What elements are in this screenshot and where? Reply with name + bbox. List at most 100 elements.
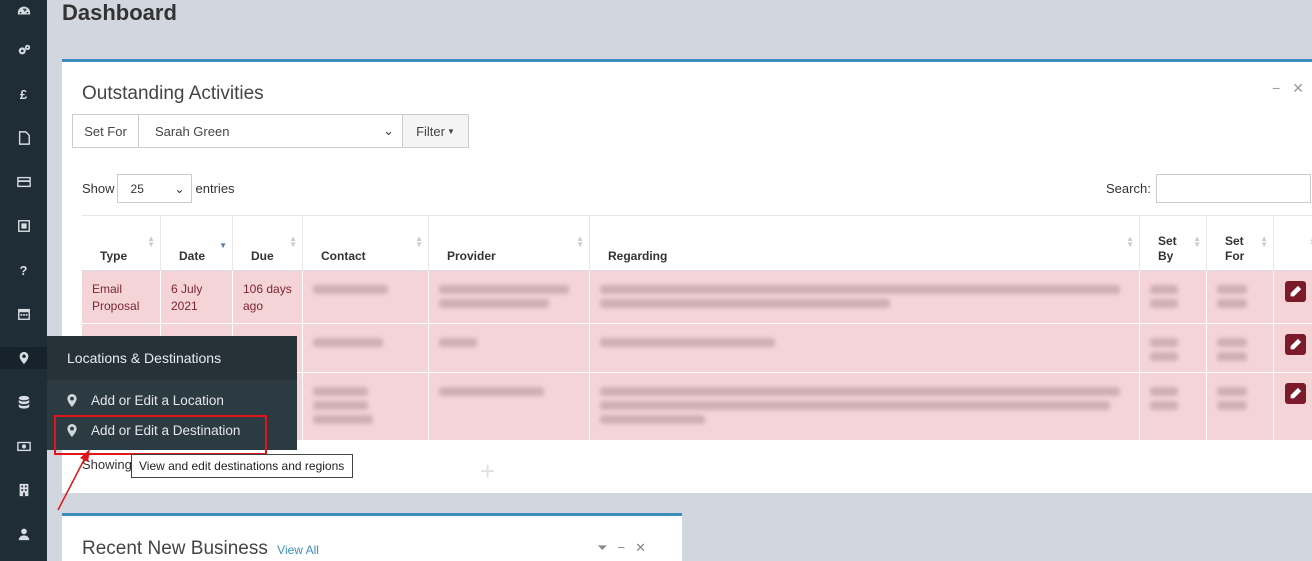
- panel-title: Recent New Business View All: [82, 538, 319, 560]
- tooltip: View and edit destinations and regions: [131, 454, 353, 478]
- set-for-value: Sarah Green: [155, 123, 230, 139]
- sort-icon: ▲▼: [1260, 234, 1268, 249]
- filter-button[interactable]: Filter ▼: [403, 115, 468, 147]
- panel-title: Outstanding Activities: [82, 83, 264, 104]
- file-icon[interactable]: [0, 127, 47, 149]
- set-for-label: Set For: [73, 115, 139, 147]
- cell-contact-redacted: [303, 373, 429, 440]
- database-icon[interactable]: [0, 391, 47, 413]
- chevron-down-icon: ⌄: [383, 123, 394, 138]
- entries-value: 25: [130, 181, 144, 196]
- sort-icon: ▲▼: [1193, 234, 1201, 249]
- column-label: Date: [179, 249, 206, 263]
- view-all-link[interactable]: View All: [277, 543, 319, 557]
- map-marker-icon[interactable]: [0, 347, 47, 369]
- pound-icon[interactable]: £: [0, 83, 47, 105]
- column-header-contact[interactable]: Contact ▲ ▼: [303, 216, 429, 272]
- cell-set-by-redacted: [1140, 373, 1207, 440]
- cell-date: 6 July 2021: [161, 271, 233, 323]
- sidebar: £ ?: [0, 0, 47, 561]
- menu-item-label: Add or Edit a Location: [91, 392, 224, 408]
- panel-tools: ⏷−✕: [597, 540, 656, 556]
- search-input[interactable]: [1155, 174, 1311, 203]
- cell-set-for-redacted: [1207, 271, 1274, 323]
- menu-item-add-edit-location[interactable]: Add or Edit a Location: [47, 386, 297, 414]
- minimize-icon[interactable]: −: [1272, 80, 1280, 96]
- set-for-select[interactable]: Sarah Green ⌄: [139, 115, 403, 147]
- cogs-icon[interactable]: [0, 39, 47, 61]
- search-label: Search:: [1106, 181, 1151, 196]
- cell-contact-redacted: [303, 324, 429, 372]
- edit-button[interactable]: [1285, 334, 1306, 355]
- entries-label: entries: [195, 181, 235, 196]
- cell-set-for-redacted: [1207, 324, 1274, 372]
- chevron-down-icon: ⌄: [174, 181, 185, 196]
- column-header-set-by[interactable]: Set By ▲ ▼: [1140, 216, 1207, 272]
- cell-regarding-redacted: [590, 271, 1140, 323]
- close-icon[interactable]: ✕: [635, 540, 656, 555]
- calendar-icon[interactable]: [0, 303, 47, 325]
- sort-icon: ▲▼: [415, 234, 423, 249]
- column-header-due[interactable]: Due ▲ ▼: [233, 216, 303, 272]
- column-label: Provider: [447, 249, 496, 263]
- cell-regarding-redacted: [590, 373, 1140, 440]
- filter-icon[interactable]: ⏷: [597, 540, 617, 555]
- column-header-actions: ▲▼: [1274, 216, 1312, 272]
- building-icon[interactable]: [0, 479, 47, 501]
- sort-icon: ▲▼: [576, 234, 584, 249]
- map-marker-icon: [67, 393, 77, 407]
- cell-set-for-redacted: [1207, 373, 1274, 440]
- show-label: Show: [82, 181, 115, 196]
- sort-icon: ▲▼: [1126, 234, 1134, 249]
- show-entries: Show 25 ⌄ entries: [82, 174, 235, 203]
- column-label: Set For: [1225, 234, 1245, 263]
- minimize-icon[interactable]: −: [618, 540, 636, 555]
- pencil-icon: [1290, 285, 1302, 297]
- pencil-icon: [1290, 387, 1302, 399]
- sort-icon: ▲▼: [147, 234, 155, 249]
- sort-icon: ▲▼: [289, 234, 297, 249]
- table-row[interactable]: Email Proposal 6 July 2021 106 days ago: [82, 271, 1312, 324]
- recent-new-business-panel: Recent New Business View All ⏷−✕: [62, 513, 682, 561]
- cell-actions: [1274, 324, 1312, 372]
- cell-set-by-redacted: [1140, 271, 1207, 323]
- cell-provider-redacted: [429, 271, 590, 323]
- column-header-regarding[interactable]: Regarding ▲ ▼: [590, 216, 1140, 272]
- sort-desc-icon: ▼: [219, 241, 227, 250]
- pencil-icon: [1290, 338, 1302, 350]
- edit-button[interactable]: [1285, 383, 1306, 404]
- entries-select[interactable]: 25 ⌄: [116, 174, 192, 203]
- dashboard-icon[interactable]: [0, 0, 47, 22]
- cell-provider-redacted: [429, 373, 590, 440]
- question-icon[interactable]: ?: [0, 259, 47, 281]
- set-for-group: Set For Sarah Green ⌄ Filter ▼: [72, 114, 469, 148]
- cell-actions: [1274, 271, 1312, 323]
- cell-type: Email Proposal: [82, 271, 161, 323]
- close-icon[interactable]: ✕: [1292, 80, 1304, 96]
- panel-tools: − ✕: [1260, 80, 1304, 97]
- filter-label: Filter: [416, 123, 445, 139]
- caret-down-icon: ▼: [446, 126, 455, 136]
- column-label: Contact: [321, 249, 366, 263]
- column-header-date[interactable]: Date ▼: [161, 216, 233, 272]
- user-icon[interactable]: [0, 523, 47, 545]
- flyout-heading: Locations & Destinations: [47, 336, 297, 380]
- column-header-set-for[interactable]: Set For ▲ ▼: [1207, 216, 1274, 272]
- money-icon[interactable]: [0, 435, 47, 457]
- annotation-arrow: [57, 449, 90, 511]
- cell-contact-redacted: [303, 271, 429, 323]
- table-header: Type ▲ ▼ Date ▼ Due ▲ ▼ Contact ▲ ▼ Provider ▲ ▼ …: [82, 215, 1312, 272]
- column-header-type[interactable]: Type ▲ ▼: [82, 216, 161, 272]
- cell-due: 106 days ago: [233, 271, 303, 323]
- search: Search:: [1106, 174, 1311, 203]
- column-label: Due: [251, 249, 274, 263]
- edit-button[interactable]: [1285, 281, 1306, 302]
- cell-provider-redacted: [429, 324, 590, 372]
- column-label: Regarding: [608, 249, 668, 263]
- image-frame-icon[interactable]: [0, 215, 47, 237]
- card-icon[interactable]: [0, 171, 47, 193]
- column-label: Type: [100, 249, 128, 263]
- cursor-crosshair-icon: +: [480, 456, 496, 486]
- column-header-provider[interactable]: Provider ▲ ▼: [429, 216, 590, 272]
- cell-regarding-redacted: [590, 324, 1140, 372]
